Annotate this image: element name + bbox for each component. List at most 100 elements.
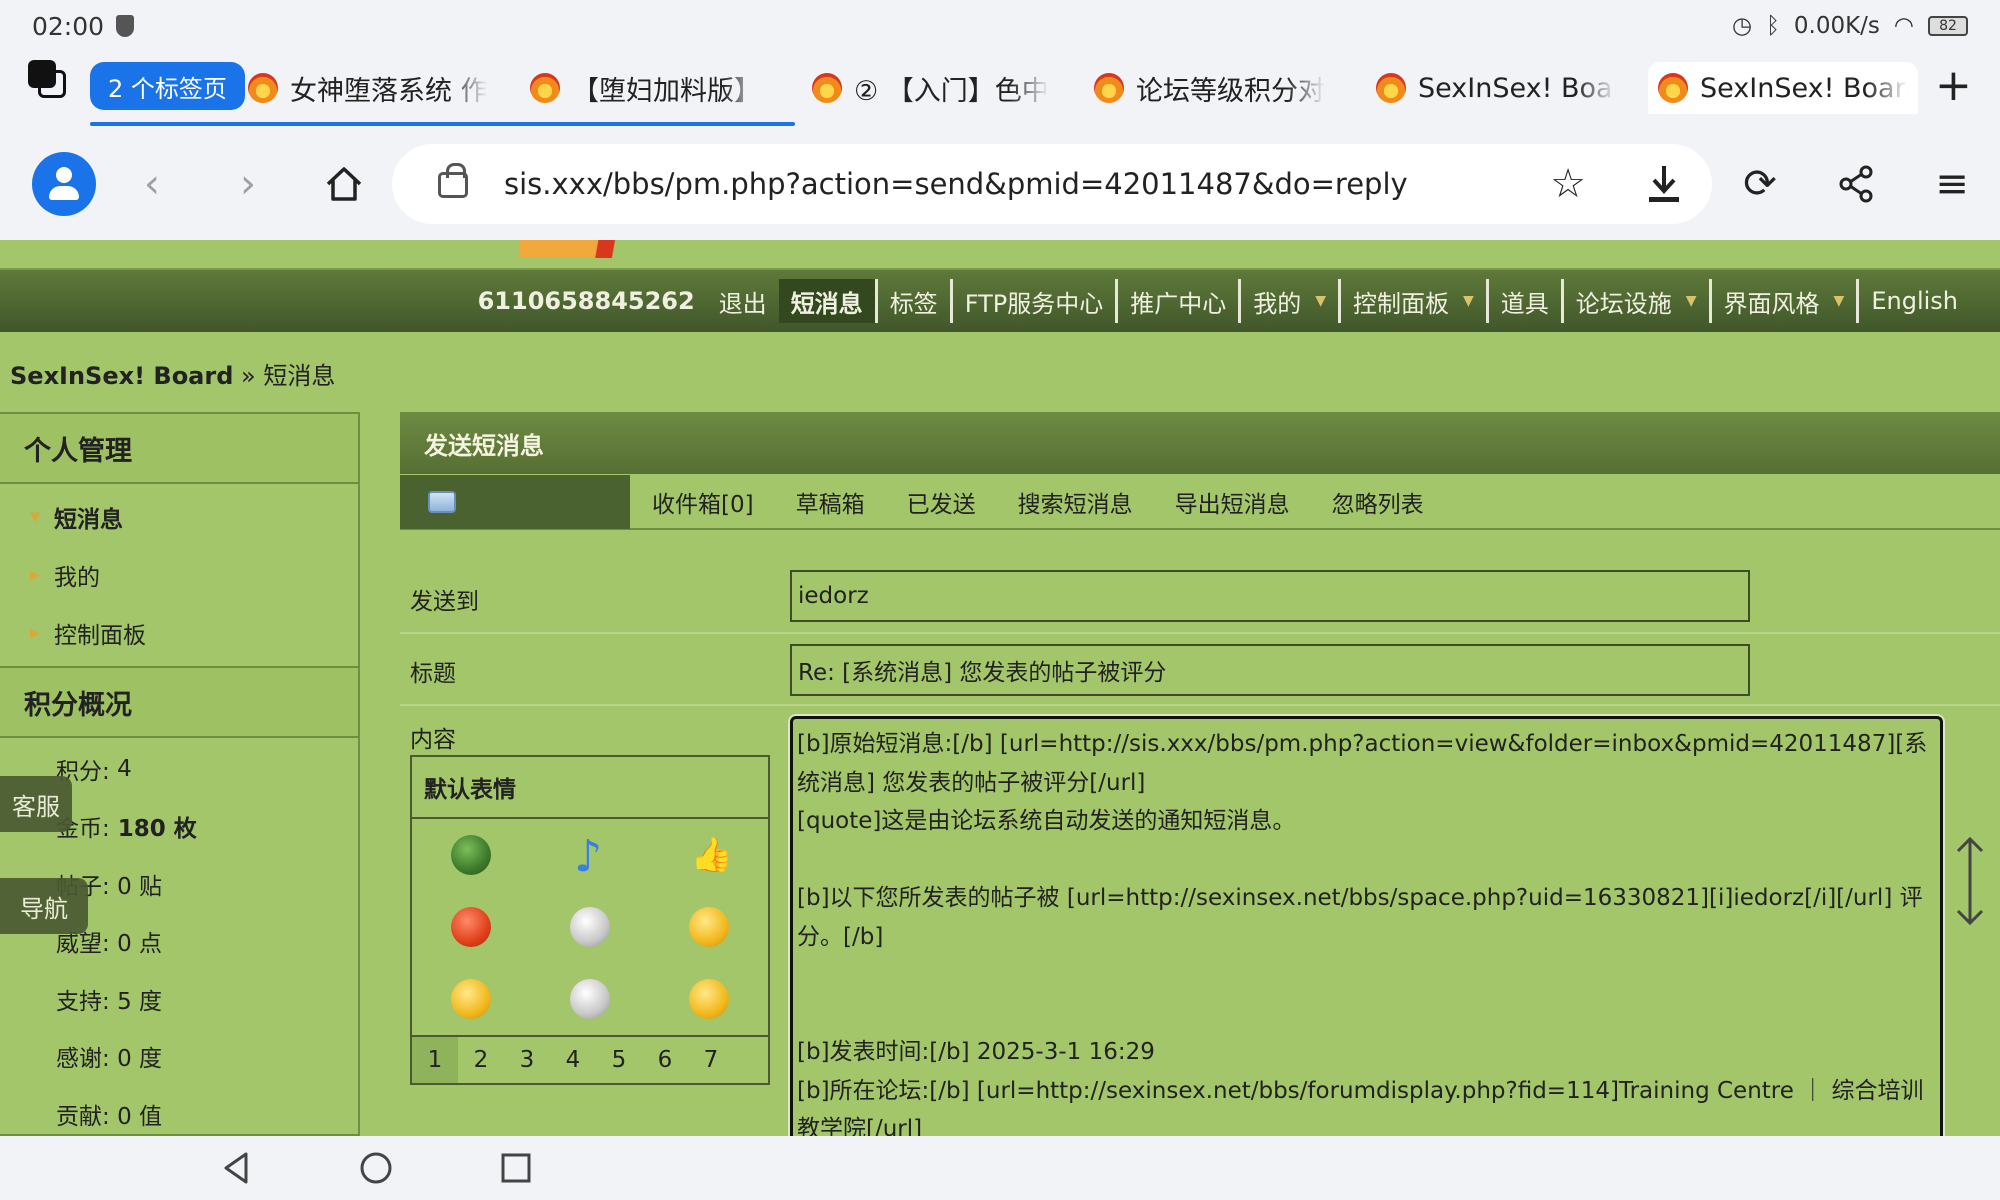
angry-smiley-icon[interactable] xyxy=(451,907,492,947)
subnav-inbox[interactable]: 收件箱[0] xyxy=(652,485,754,519)
nav-style-label: 界面风格 xyxy=(1723,289,1820,318)
tab-5[interactable]: SexInSex! Boarc xyxy=(1376,62,1616,114)
nav-facilities[interactable]: 论坛设施 ▼ xyxy=(1564,279,1712,323)
profile-avatar[interactable] xyxy=(32,152,96,216)
smiley-page[interactable]: 7 xyxy=(688,1047,734,1073)
speed-icon: ◷ xyxy=(1732,13,1753,39)
nav-tags[interactable]: 标签 xyxy=(878,279,953,323)
new-tab-button[interactable]: + xyxy=(1935,60,1972,111)
home-icon[interactable] xyxy=(316,156,372,212)
tab-6-active[interactable]: SexInSex! Boarc xyxy=(1648,62,1918,114)
tab-4[interactable]: 论坛等级积分对 xyxy=(1094,62,1334,114)
nav-logout[interactable]: 退出 xyxy=(707,279,779,323)
back-icon[interactable]: ‹ xyxy=(124,156,180,212)
menu-icon[interactable]: ≡ xyxy=(1924,156,1980,212)
smiley-page[interactable]: 5 xyxy=(596,1047,642,1073)
credit-value: 0 点 xyxy=(117,931,163,958)
nav-items[interactable]: 道具 xyxy=(1489,279,1564,323)
sidebar-item-my[interactable]: ▶ 我的 xyxy=(0,546,358,604)
sidebar-item-messages[interactable]: ▼ 短消息 xyxy=(0,488,358,546)
reload-icon[interactable]: ⟳ xyxy=(1732,156,1788,212)
content-line xyxy=(797,956,1936,995)
sleepy-smiley-icon[interactable] xyxy=(688,979,729,1019)
site-favicon-icon xyxy=(530,73,560,103)
panel-title: 发送短消息 xyxy=(400,412,2000,474)
tab-2[interactable]: 【堕妇加料版】 xyxy=(530,62,770,114)
content-line: [b]原始短消息:[/b] [url=http://sis.xxx/bbs/pm… xyxy=(797,731,1928,796)
battery-icon: 82 xyxy=(1928,16,1968,36)
breadcrumb-home[interactable]: SexInSex! Board xyxy=(10,362,233,390)
tab-title: ② 【入门】色中 xyxy=(854,75,1049,107)
smiley-page[interactable]: 1 xyxy=(412,1037,458,1083)
site-logo-fragment xyxy=(520,240,628,258)
smiley-page[interactable]: 6 xyxy=(642,1047,688,1073)
music-note-smiley-icon[interactable] xyxy=(570,831,610,882)
subject-label: 标题 xyxy=(410,661,456,687)
tab-3[interactable]: ② 【入门】色中 xyxy=(812,62,1052,114)
forward-icon[interactable]: › xyxy=(220,156,276,212)
smiley-page[interactable]: 4 xyxy=(550,1047,596,1073)
compose-tab[interactable] xyxy=(400,475,630,529)
content-line: [quote]这是由论坛系统自动发送的通知短消息。 xyxy=(797,808,1296,834)
site-favicon-icon xyxy=(1094,73,1124,103)
subnav-ignore-list[interactable]: 忽略列表 xyxy=(1332,485,1424,519)
nav-style[interactable]: 界面风格 ▼ xyxy=(1712,279,1860,323)
tab-group-pill[interactable]: 2 个标签页 xyxy=(90,62,245,110)
nav-my[interactable]: 我的 ▼ xyxy=(1241,279,1341,323)
message-subnav: 收件箱[0] 草稿箱 已发送 搜索短消息 导出短消息 忽略列表 xyxy=(400,475,2000,530)
nav-facilities-label: 论坛设施 xyxy=(1575,289,1672,318)
breadcrumb: SexInSex! Board » 短消息 xyxy=(10,356,335,391)
site-favicon-icon xyxy=(812,73,842,103)
tab-title: SexInSex! Boarc xyxy=(1700,72,1908,104)
smiley-page[interactable]: 2 xyxy=(458,1047,504,1073)
content-label: 内容 xyxy=(410,727,456,753)
navigation-button[interactable]: 导航 xyxy=(0,878,88,934)
content-line xyxy=(797,995,1936,1034)
send-to-input[interactable]: iedorz xyxy=(790,570,1750,622)
customer-service-button[interactable]: 客服 xyxy=(0,776,72,832)
smirk-smiley-icon[interactable] xyxy=(451,979,492,1019)
download-icon[interactable] xyxy=(1636,156,1692,212)
cool-smiley-icon[interactable] xyxy=(688,907,729,947)
credit-value: 0 度 xyxy=(117,1046,163,1073)
credit-label: 贡献: xyxy=(56,1103,110,1130)
thumbs-up-smiley-icon[interactable] xyxy=(689,835,729,875)
lock-icon xyxy=(438,163,468,198)
subject-input[interactable]: Re: [系统消息] 您发表的帖子被评分 xyxy=(790,644,1750,696)
nav-english[interactable]: English xyxy=(1859,279,1970,323)
net-speed: 0.00K/s xyxy=(1793,13,1880,39)
smiley-pager: 1 2 3 4 5 6 7 xyxy=(412,1037,768,1083)
back-triangle-icon[interactable] xyxy=(218,1150,254,1186)
nav-ftp-center[interactable]: FTP服务中心 xyxy=(953,279,1119,323)
turtle-smiley-icon[interactable] xyxy=(451,835,492,875)
nav-short-messages[interactable]: 短消息 xyxy=(778,279,878,323)
home-circle-icon[interactable] xyxy=(358,1150,394,1186)
soccer-ball-smiley-icon[interactable] xyxy=(569,979,610,1019)
bookmark-star-icon[interactable]: ☆ xyxy=(1540,156,1596,212)
tab-switcher-icon[interactable] xyxy=(28,60,68,100)
sidebar: 个人管理 ▼ 短消息 ▶ 我的 ▶ 控制面板 积分概况 积分: 4 金币: 180… xyxy=(0,412,360,1136)
url-text: sis.xxx/bbs/pm.php?action=send&pmid=4201… xyxy=(504,167,1408,201)
subnav-drafts[interactable]: 草稿箱 xyxy=(796,485,865,519)
site-favicon-icon xyxy=(1376,73,1406,103)
address-bar[interactable]: sis.xxx/bbs/pm.php?action=send&pmid=4201… xyxy=(392,144,1712,224)
nav-user-id[interactable]: 6110658845262 xyxy=(466,279,707,323)
sidebar-item-control-panel[interactable]: ▶ 控制面板 xyxy=(0,604,358,662)
compose-message-icon xyxy=(428,491,456,513)
subnav-sent[interactable]: 已发送 xyxy=(907,485,976,519)
skull-smiley-icon[interactable] xyxy=(569,907,610,947)
tab-1[interactable]: 女神堕落系统 作 xyxy=(248,62,488,114)
share-icon[interactable] xyxy=(1828,156,1884,212)
browser-toolbar: ‹ › sis.xxx/bbs/pm.php?action=send&pmid=… xyxy=(0,128,2000,240)
content-line: [b]发表时间:[/b] 2025-3-1 16:29 xyxy=(797,1039,1155,1065)
resize-vertical-icon[interactable] xyxy=(1955,835,1985,927)
nav-control-panel[interactable]: 控制面板 ▼ xyxy=(1341,279,1489,323)
content-line xyxy=(797,841,1936,880)
subnav-export[interactable]: 导出短消息 xyxy=(1175,485,1290,519)
content-line: [b]以下您所发表的帖子被 [url=http://sexinsex.net/b… xyxy=(797,885,1923,950)
recents-square-icon[interactable] xyxy=(498,1150,534,1186)
subnav-search[interactable]: 搜索短消息 xyxy=(1018,485,1133,519)
message-content-textarea[interactable]: [b]原始短消息:[/b] [url=http://sis.xxx/bbs/pm… xyxy=(790,716,1943,1146)
smiley-page[interactable]: 3 xyxy=(504,1047,550,1073)
nav-promotion[interactable]: 推广中心 xyxy=(1118,279,1242,323)
